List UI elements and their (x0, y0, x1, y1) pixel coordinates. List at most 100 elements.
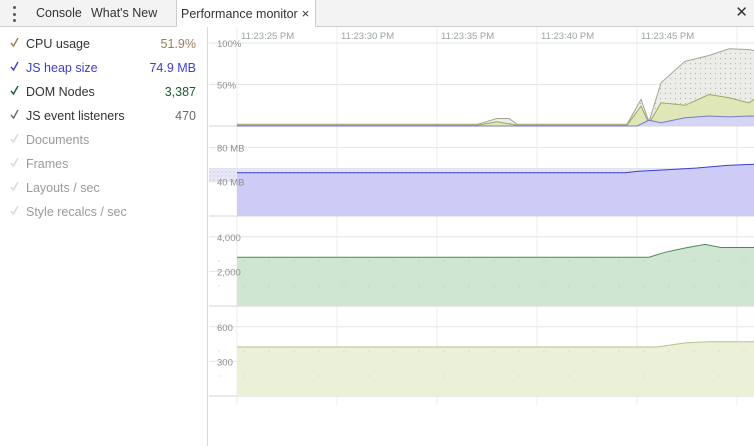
texture-dot (243, 260, 245, 262)
metric-dom-nodes[interactable]: DOM Nodes 3,387 (0, 81, 208, 103)
texture-dot (718, 260, 720, 262)
metric-label: CPU usage (26, 37, 90, 51)
texture-dot (743, 375, 745, 377)
texture-dot (543, 285, 545, 287)
texture-dot (468, 350, 470, 352)
performance-charts: 11:23:25 PM 11:23:30 PM 11:23:35 PM 11:23:4… (209, 27, 754, 405)
texture-dot (493, 260, 495, 262)
texture-dot (368, 260, 370, 262)
metric-label: Documents (26, 133, 90, 147)
tick-label: 2,000 (217, 267, 241, 278)
texture-dot (493, 285, 495, 287)
texture-dot (718, 285, 720, 287)
time-label: 11:23:45 PM (641, 31, 694, 42)
texture-dot (218, 260, 220, 262)
texture-dot (468, 260, 470, 262)
texture-dot (743, 350, 745, 352)
metric-documents[interactable]: Documents (0, 129, 208, 151)
texture-dot (718, 350, 720, 352)
texture-dot (418, 285, 420, 287)
texture-dot (393, 375, 395, 377)
texture-dot (268, 350, 270, 352)
texture-dot (643, 375, 645, 377)
tick-label: 80 MB (217, 143, 244, 154)
texture-dot (518, 375, 520, 377)
texture-dot (293, 285, 295, 287)
tab-whats-new[interactable]: What's New (91, 0, 157, 26)
texture-dot (743, 260, 745, 262)
charts-area: 11:23:25 PM 11:23:30 PM 11:23:35 PM 11:23:4… (209, 27, 754, 446)
texture-dot (518, 350, 520, 352)
tab-performance-monitor[interactable]: Performance monitor × (176, 0, 317, 27)
texture-dot (593, 285, 595, 287)
time-label: 11:23:25 PM (241, 31, 294, 42)
close-tab-icon[interactable]: × (302, 0, 310, 27)
texture-dot (343, 375, 345, 377)
texture-dot (218, 350, 220, 352)
tab-console[interactable]: Console (36, 0, 82, 26)
texture-dot (318, 260, 320, 262)
texture-dot (318, 350, 320, 352)
texture-dot (568, 260, 570, 262)
texture-dot (343, 260, 345, 262)
texture-dot (243, 285, 245, 287)
texture-dot (718, 375, 720, 377)
texture-dot (618, 375, 620, 377)
checkmark-icon (10, 109, 19, 120)
texture-dot (618, 285, 620, 287)
texture-dot (668, 350, 670, 352)
texture-dot (543, 350, 545, 352)
texture-dot (643, 350, 645, 352)
metrics-sidebar: CPU usage 51.9% JS heap size 74.9 MB DOM… (0, 27, 208, 446)
texture-dot (593, 350, 595, 352)
texture-dot (693, 375, 695, 377)
metric-js-heap-size[interactable]: JS heap size 74.9 MB (0, 57, 208, 79)
texture-dot (493, 375, 495, 377)
metric-layouts-per-sec[interactable]: Layouts / sec (0, 177, 208, 199)
texture-dot (443, 350, 445, 352)
metric-frames[interactable]: Frames (0, 153, 208, 175)
metric-js-event-listeners[interactable]: JS event listeners 470 (0, 105, 208, 127)
texture-dot (268, 285, 270, 287)
texture-dot (468, 285, 470, 287)
texture-dot (343, 350, 345, 352)
texture-dot (293, 260, 295, 262)
time-label: 11:23:35 PM (441, 31, 494, 42)
tab-bar: Console What's New Performance monitor × … (0, 0, 754, 27)
texture-dot (368, 375, 370, 377)
metric-label: JS heap size (26, 61, 98, 75)
texture-dot (393, 285, 395, 287)
checkmark-icon (10, 157, 19, 168)
metric-label: JS event listeners (26, 109, 125, 123)
texture-dot (368, 285, 370, 287)
checkmark-icon (10, 205, 19, 216)
checkmark-icon (10, 85, 19, 96)
texture-dot (318, 375, 320, 377)
texture-dot (293, 350, 295, 352)
tick-label: 300 (217, 357, 233, 368)
texture-dot (643, 260, 645, 262)
texture-dot (618, 350, 620, 352)
more-options-icon[interactable] (10, 6, 18, 22)
texture-dot (568, 285, 570, 287)
metric-value: 51.9% (160, 37, 196, 51)
texture-dot (293, 375, 295, 377)
time-label: 11:23:30 PM (341, 31, 394, 42)
texture-dot (468, 375, 470, 377)
texture-dot (243, 375, 245, 377)
metric-value: 3,387 (164, 85, 196, 99)
texture-dot (593, 260, 595, 262)
tick-label: 600 (217, 323, 233, 334)
texture-dot (443, 260, 445, 262)
texture-dot (368, 350, 370, 352)
texture-dot (643, 285, 645, 287)
texture-dot (393, 260, 395, 262)
metric-value: 470 (175, 109, 196, 123)
close-panel-icon[interactable]: ✕ (735, 3, 748, 23)
metric-label: DOM Nodes (26, 85, 95, 99)
metric-style-recalcs-per-sec[interactable]: Style recalcs / sec (0, 201, 208, 223)
metric-cpu-usage[interactable]: CPU usage 51.9% (0, 33, 208, 55)
texture-dot (443, 285, 445, 287)
texture-dot (418, 375, 420, 377)
texture-dot (543, 375, 545, 377)
